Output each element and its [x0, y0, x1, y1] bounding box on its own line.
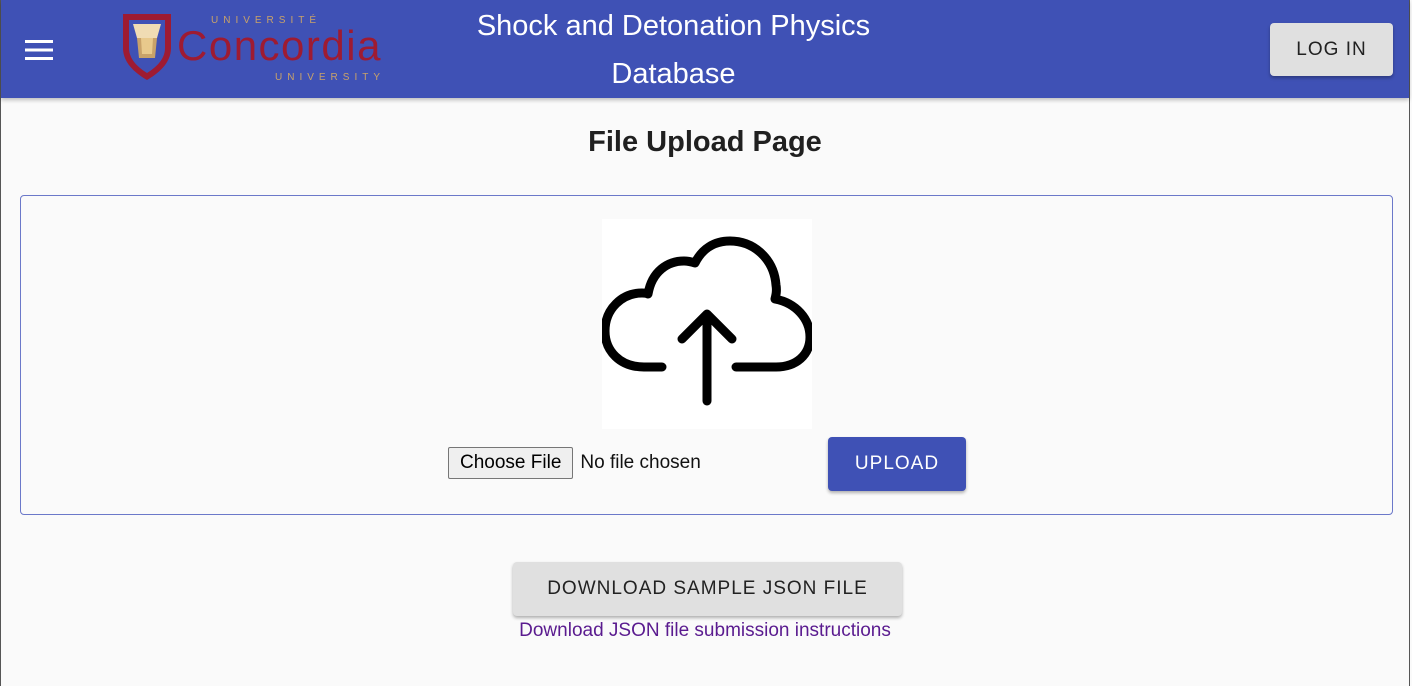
app-bar: UNIVERSITÉ Concordia UNIVERSITY Shock an… [1, 0, 1409, 98]
app-title: Shock and Detonation Physics Database [476, 10, 871, 90]
upload-image [600, 219, 815, 429]
download-sample-json-button[interactable]: DOWNLOAD SAMPLE JSON FILE [513, 562, 902, 616]
login-button[interactable]: LOG IN [1270, 23, 1393, 76]
concordia-logo-graphic: UNIVERSITÉ Concordia UNIVERSITY [123, 13, 385, 83]
cloud-upload-icon [600, 236, 815, 406]
concordia-logo[interactable]: UNIVERSITÉ Concordia UNIVERSITY [119, 8, 415, 86]
choose-file-button[interactable]: Choose File [448, 447, 574, 479]
page-title: File Upload Page [588, 126, 822, 158]
menu-button[interactable] [15, 28, 63, 72]
file-input: Choose File No file chosen [448, 447, 701, 479]
page: UNIVERSITÉ Concordia UNIVERSITY Shock an… [0, 0, 1410, 686]
hamburger-menu-icon [25, 40, 53, 60]
instructions-link-container: Download JSON file submission instructio… [1, 620, 1409, 642]
svg-text:Concordia: Concordia [177, 22, 382, 69]
upload-button[interactable]: UPLOAD [828, 437, 966, 491]
download-instructions-link[interactable]: Download JSON file submission instructio… [519, 620, 891, 641]
svg-text:UNIVERSITY: UNIVERSITY [275, 72, 385, 83]
file-status-text: No file chosen [580, 452, 701, 473]
